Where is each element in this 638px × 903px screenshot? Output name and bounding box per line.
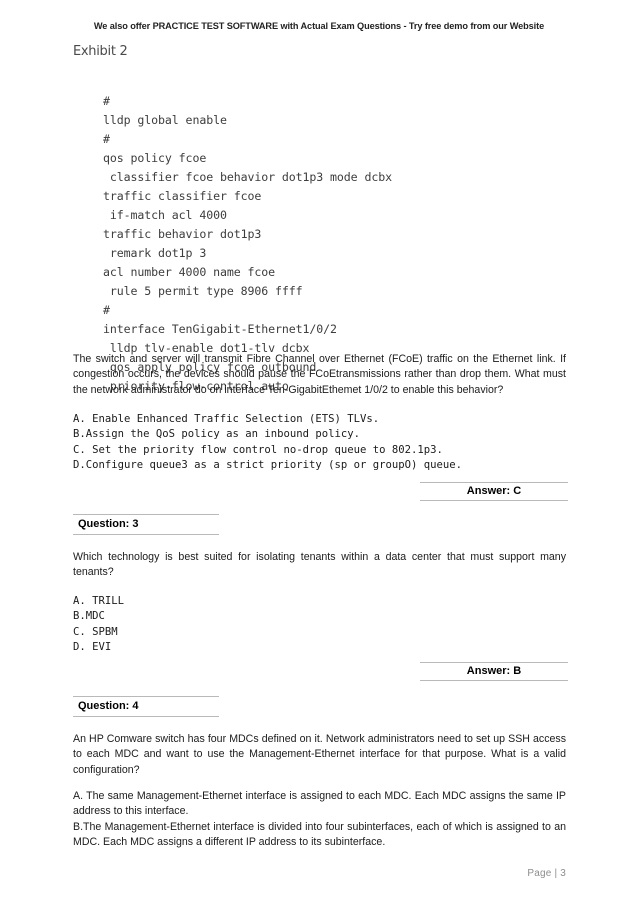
- promo-header-text: We also offer PRACTICE TEST SOFTWARE wit…: [93, 21, 545, 31]
- question-4-stem: An HP Comware switch has four MDCs defin…: [73, 733, 566, 776]
- question-2-stem: The switch and server will transmit Fibr…: [73, 353, 566, 396]
- question-4-heading: Question: 4: [73, 696, 219, 717]
- exhibit-caption: Exhibit 2: [73, 44, 128, 59]
- page-number-footer: Page | 3: [527, 868, 566, 879]
- question-2-options: A. Enable Enhanced Traffic Selection (ET…: [73, 413, 463, 471]
- document-page: We also offer PRACTICE TEST SOFTWARE wit…: [0, 0, 638, 903]
- question-3-answer-box: Answer: B: [420, 662, 568, 681]
- question-3-heading: Question: 3: [73, 514, 219, 535]
- configuration-code-block: # lldp global enable # qos policy fcoe c…: [103, 93, 392, 394]
- question-3-stem: Which technology is best suited for isol…: [73, 551, 566, 579]
- question-3-options: A. TRILL B.MDC C. SPBM D. EVI: [73, 595, 125, 653]
- question-4-option-b: B.The Management-Ethernet interface is d…: [73, 821, 566, 849]
- question-2-answer-box: Answer: C: [420, 482, 568, 501]
- question-4-option-a: A. The same Management-Ethernet interfac…: [73, 790, 566, 818]
